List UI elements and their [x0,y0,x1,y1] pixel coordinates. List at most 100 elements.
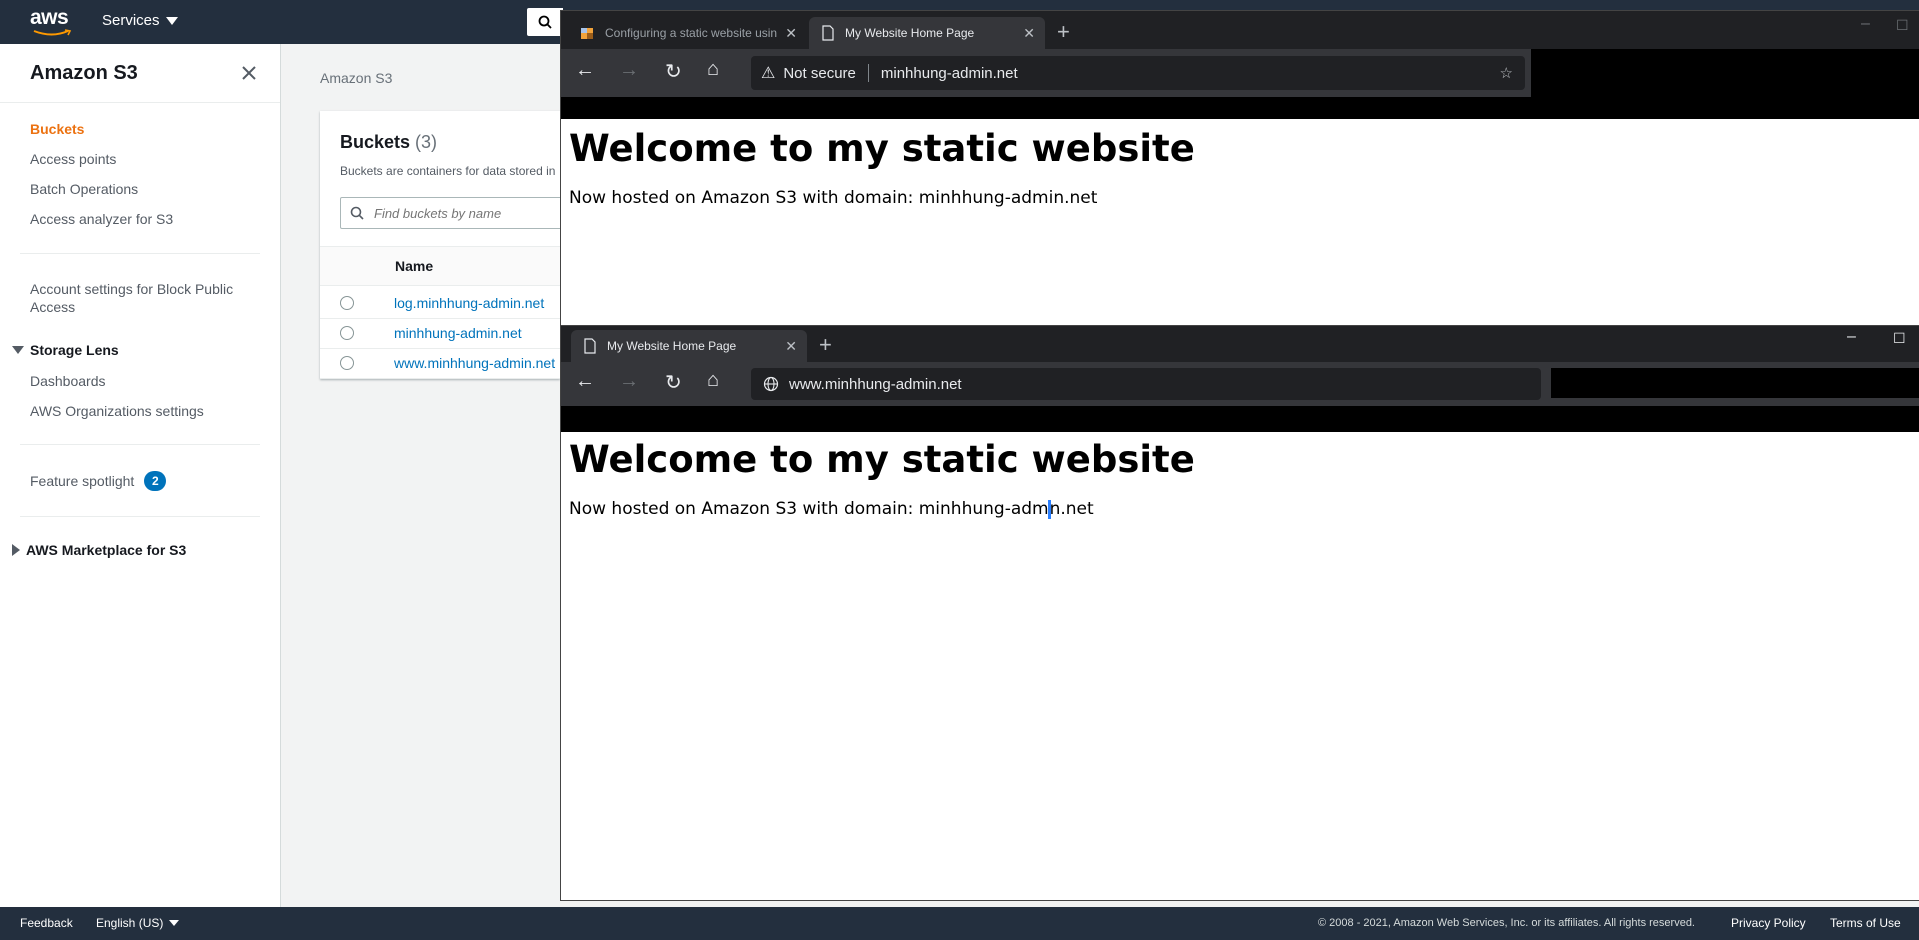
caret-down-icon [12,346,24,354]
url-text: www.minhhung-admin.net [789,375,962,393]
sidebar-item-dashboards[interactable]: Dashboards [30,372,106,390]
add-favorite-icon[interactable]: ☆ [1500,64,1513,82]
sidebar: Amazon S3 Buckets Access points Batch Op… [0,44,281,907]
sidebar-item-batch-operations[interactable]: Batch Operations [30,180,138,198]
search-icon [350,206,364,220]
aws-logo-text: aws [30,6,69,29]
home-icon[interactable]: ⌂ [707,58,719,81]
address-bar[interactable]: www.minhhung-admin.net [751,368,1541,400]
aws-logo[interactable]: aws [30,6,74,36]
tab-label: My Website Home Page [845,26,975,40]
back-icon[interactable]: ← [575,370,595,393]
aws-footer: Feedback English (US) © 2008 - 2021, Ama… [0,907,1919,940]
page-heading: Welcome to my static website [569,438,1195,481]
buckets-count: (3) [415,132,438,152]
caret-right-icon [12,544,20,556]
home-icon[interactable]: ⌂ [707,369,719,392]
webpage-content: Welcome to my static website Now hosted … [569,127,1195,208]
bucket-search-field[interactable] [340,197,568,229]
aws-smile-icon [33,29,72,36]
breadcrumb[interactable]: Amazon S3 [320,70,392,86]
bucket-link[interactable]: log.minhhung-admin.net [394,295,544,311]
row-radio[interactable] [340,296,354,310]
new-tab-icon[interactable]: + [1057,19,1070,45]
browser-toolbar: ← → ↻ ⌂ www.minhhung-admin.net [561,362,1919,406]
browser-window: My Website Home Page ✕ + – ☐ ← → ↻ ⌂ www… [560,325,1919,901]
caret-down-icon [169,920,180,926]
storage-lens-label: Storage Lens [30,342,119,358]
globe-icon [763,376,779,392]
caret-down-icon [165,16,178,25]
sidebar-section-storage-lens[interactable]: Storage Lens [12,342,119,358]
column-header-name[interactable]: Name [395,258,433,274]
page-paragraph: Now hosted on Amazon S3 with domain: min… [569,499,1195,519]
tab-my-website-home-page[interactable]: My Website Home Page ✕ [809,17,1045,49]
notification-badge: 2 [144,471,167,491]
language-selector[interactable]: English (US) [96,916,180,930]
services-menu-button[interactable]: Services [102,12,178,29]
feedback-link[interactable]: Feedback [20,916,73,930]
feature-spotlight-label: Feature spotlight [30,473,135,489]
copyright-text: © 2008 - 2021, Amazon Web Services, Inc.… [1318,917,1695,929]
bucket-search-input[interactable] [372,204,566,222]
back-icon[interactable]: ← [575,59,595,82]
maximize-icon[interactable]: ☐ [1893,330,1906,347]
sidebar-section-marketplace[interactable]: AWS Marketplace for S3 [12,542,186,558]
services-label: Services [102,12,160,29]
maximize-icon[interactable]: ☐ [1896,17,1909,34]
security-label: Not secure [783,64,856,82]
reload-icon[interactable]: ↻ [665,59,682,84]
page-paragraph: Now hosted on Amazon S3 with domain: min… [569,188,1098,208]
minimize-icon[interactable]: – [1847,328,1856,346]
bucket-link[interactable]: minhhung-admin.net [394,325,522,341]
tab-configuring-static-website[interactable]: Configuring a static website usin ✕ [571,17,807,49]
tab-label: Configuring a static website usin [605,26,778,40]
marketplace-label: AWS Marketplace for S3 [26,542,187,558]
address-divider [867,64,869,82]
sidebar-title: Amazon S3 [30,62,138,84]
buckets-table-header [320,246,560,286]
privacy-policy-link[interactable]: Privacy Policy [1731,916,1806,930]
url-text: minhhung-admin.net [880,64,1018,82]
sidebar-item-feature-spotlight[interactable]: Feature spotlight 2 [30,471,167,491]
search-icon [538,15,552,29]
document-icon [822,25,834,41]
nav-search-button[interactable] [527,8,563,36]
tab-strip: My Website Home Page ✕ + – ☐ [561,326,1919,362]
sidebar-divider [20,516,260,517]
sidebar-item-access-analyzer[interactable]: Access analyzer for S3 [30,210,173,228]
close-tab-icon[interactable]: ✕ [1023,25,1035,42]
favorites-bar [561,406,1919,432]
row-radio[interactable] [340,326,354,340]
tab-my-website-home-page[interactable]: My Website Home Page ✕ [571,330,807,362]
sidebar-divider [0,102,280,103]
sidebar-item-access-points[interactable]: Access points [30,150,116,168]
sidebar-item-buckets[interactable]: Buckets [30,120,84,138]
paragraph-text: Now hosted on Amazon S3 with domain: min… [569,499,1049,519]
address-bar[interactable]: ⚠ Not secure minhhung-admin.net ☆ [751,56,1525,90]
favorites-bar [561,97,1919,119]
minimize-icon[interactable]: – [1861,15,1870,33]
sidebar-item-block-public-access[interactable]: Account settings for Block Public Access [30,280,250,316]
close-icon[interactable] [238,62,260,84]
webpage-content: Welcome to my static website Now hosted … [569,438,1195,519]
reload-icon[interactable]: ↻ [665,370,682,395]
language-label: English (US) [96,916,164,930]
buckets-description: Buckets are containers for data stored i… [340,164,556,178]
sidebar-item-organizations-settings[interactable]: AWS Organizations settings [30,402,204,420]
redacted-area [1551,368,1919,398]
forward-icon[interactable]: → [619,59,639,82]
row-radio[interactable] [340,356,354,370]
tab-label: My Website Home Page [607,339,737,353]
new-tab-icon[interactable]: + [819,332,832,358]
forward-icon[interactable]: → [619,370,639,393]
buckets-title-text: Buckets [340,132,411,152]
redacted-area [1531,49,1919,97]
close-tab-icon[interactable]: ✕ [785,25,797,42]
bucket-link[interactable]: www.minhhung-admin.net [394,355,555,371]
terms-of-use-link[interactable]: Terms of Use [1830,916,1901,930]
close-tab-icon[interactable]: ✕ [785,338,797,355]
page-heading: Welcome to my static website [569,127,1195,170]
document-icon [584,338,596,354]
tab-strip: Configuring a static website usin ✕ My W… [561,11,1919,49]
